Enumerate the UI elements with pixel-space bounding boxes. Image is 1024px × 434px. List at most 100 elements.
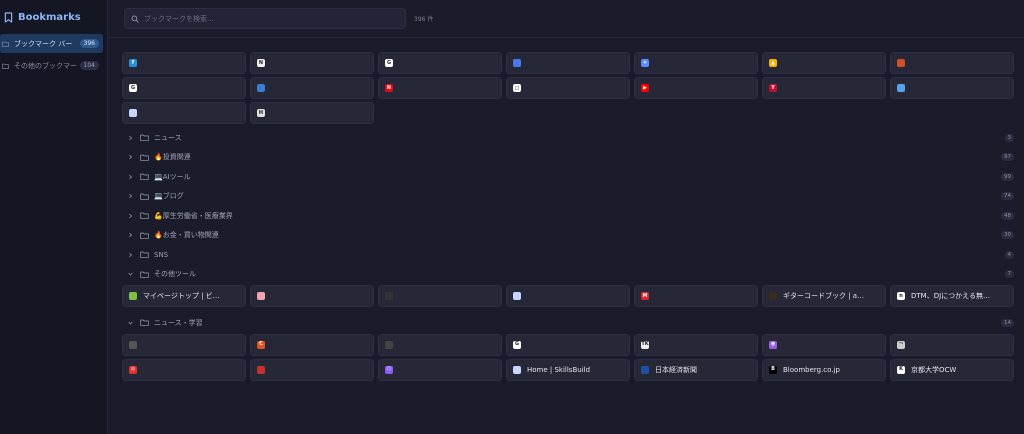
chevron-right-icon[interactable]	[128, 252, 136, 258]
folder-icon	[140, 212, 149, 220]
folder-icon-glyph	[2, 41, 9, 47]
chevron-glyph	[129, 155, 133, 160]
bookmark-tile[interactable]	[378, 333, 502, 356]
sidebar: Bookmarks ブックマーク バー 396 その他のブックマーク 104	[0, 0, 108, 434]
folder-count-badge: 7	[1004, 270, 1014, 279]
folder-row[interactable]: 🔥お金・買い物関連 30	[122, 226, 1016, 246]
main-panel: 396 件 f N G ✦ ▲ G N ◻ ▶ Y H ニュース 3 🔥投資関連 97 💻AIツール 99 💻ブ…	[108, 0, 1024, 434]
folder-list: ニュース 3 🔥投資関連 97 💻AIツール 99 💻ブログ 74 💪厚生労働省・医療業界 48 🔥…	[122, 128, 1016, 381]
chevron-right-icon[interactable]	[128, 232, 136, 238]
folder-icon-glyph	[140, 232, 149, 239]
bookmark-title: Home | SkillsBuild	[527, 365, 591, 374]
bookmark-grid: f N G ✦ ▲ G N ◻ ▶ Y H	[122, 52, 1016, 124]
folder-row[interactable]: 🔥投資関連 97	[122, 148, 1016, 168]
bookmark-tile[interactable]: G	[122, 77, 246, 99]
chevron-right-icon[interactable]	[128, 135, 136, 141]
bookmark-tile[interactable]: ギターコードブック | a…	[762, 285, 886, 307]
bookmark-title: Bloomberg.co.jp	[783, 365, 840, 374]
chevron-down-icon[interactable]	[128, 320, 136, 326]
bookmark-tile[interactable]	[122, 102, 246, 124]
folder-row[interactable]: ニュース・学習 14	[122, 313, 1016, 333]
bookmark-content: f N G ✦ ▲ G N ◻ ▶ Y H ニュース 3 🔥投資関連 97 💻AIツール 99 💻ブログ 74 💪厚…	[108, 38, 1024, 381]
bookmark-tile[interactable]	[122, 333, 246, 356]
folder-icon	[2, 41, 12, 47]
folder-row[interactable]: 💪厚生労働省・医療業界 48	[122, 206, 1016, 226]
google-icon: G	[129, 84, 137, 92]
chevron-right-icon[interactable]	[128, 154, 136, 160]
globe-icon	[513, 365, 521, 374]
globe-icon	[129, 109, 137, 117]
bookmark-tile[interactable]: G	[506, 333, 630, 356]
bookmark-tile[interactable]: N	[378, 77, 502, 99]
bloomberg-icon: B	[769, 365, 777, 374]
bookmark-tile[interactable]	[506, 52, 630, 74]
bookmark-tile[interactable]: f	[122, 52, 246, 74]
folder-icon	[140, 251, 149, 259]
bookmark-tile[interactable]: ◉	[762, 333, 886, 356]
folder-row[interactable]: その他ツール 7	[122, 265, 1016, 285]
bookmark-tile[interactable]: ⬡	[378, 358, 502, 381]
bookmark-tile[interactable]: B Bloomberg.co.jp	[762, 358, 886, 381]
folder-count-badge: 30	[1001, 231, 1014, 240]
folder-count-badge: 4	[1004, 250, 1014, 259]
folder-row[interactable]: SNS 4	[122, 245, 1016, 265]
folder-row[interactable]: 💻AIツール 99	[122, 167, 1016, 187]
bookmark-tile[interactable]	[378, 285, 502, 307]
bookmark-tile[interactable]: ✦	[634, 52, 758, 74]
bookmark-tile[interactable]: ▶	[634, 77, 758, 99]
bookmark-tile[interactable]: ▲	[762, 52, 886, 74]
search-input[interactable]	[144, 14, 384, 23]
bookmark-tile[interactable]: ¬	[890, 333, 1014, 356]
sidebar-item-bookmark-bar[interactable]: ブックマーク バー 396	[0, 34, 103, 53]
folder-name: SNS	[154, 250, 169, 259]
scan-icon: ◻	[513, 84, 521, 92]
bookmark-tile[interactable]: M	[634, 285, 758, 307]
bookmark-tile[interactable]	[890, 52, 1014, 74]
top-bar: 396 件	[108, 0, 1024, 38]
folder-icon-glyph	[2, 63, 9, 69]
folder-count-badge: 48	[1001, 211, 1014, 220]
favicon-red-circle-icon: ◎	[129, 365, 137, 374]
bookmark-title: マイページトップ | ビ…	[143, 292, 220, 300]
bookmark-tile[interactable]: 日本経済新聞	[634, 358, 758, 381]
bookmark-tile[interactable]: ◎	[122, 358, 246, 381]
favicon-grid-icon: H	[257, 109, 265, 117]
cube-icon: ⬡	[385, 365, 393, 374]
bookmark-tile[interactable]: n DTM、DJにつかえる無…	[890, 285, 1014, 307]
bookmark-tile[interactable]: G	[378, 52, 502, 74]
folder-name: その他ツール	[154, 270, 196, 279]
sidebar-item-other-bookmarks[interactable]: その他のブックマーク 104	[0, 56, 103, 75]
bookmark-tile[interactable]	[506, 285, 630, 307]
chevron-right-icon[interactable]	[128, 174, 136, 180]
gemini-icon: ✦	[641, 59, 649, 67]
app-brand: Bookmarks	[0, 0, 107, 34]
guitar-icon	[769, 292, 777, 300]
folder-icon-glyph	[140, 134, 149, 142]
folder-name: ニュース	[154, 133, 182, 142]
folder-row[interactable]: 💻ブログ 74	[122, 187, 1016, 207]
folder-name: 💪厚生労働省・医療業界	[154, 211, 233, 220]
bookmark-title: 日本経済新聞	[655, 365, 697, 374]
bookmark-tile[interactable]: Y	[762, 77, 886, 99]
chevron-right-icon[interactable]	[128, 213, 136, 219]
chevron-down-icon[interactable]	[128, 271, 136, 277]
chevron-glyph	[129, 233, 133, 238]
folder-icon	[140, 319, 149, 327]
bookmark-tile[interactable]: Home | SkillsBuild	[506, 358, 630, 381]
bookmark-tile[interactable]	[250, 358, 374, 381]
bookmark-tile[interactable]	[250, 285, 374, 307]
bookmark-tile[interactable]	[890, 77, 1014, 99]
bookmark-tile[interactable]: K 京都大学OCW	[890, 358, 1014, 381]
google-icon: G	[513, 340, 521, 349]
folder-count-badge: 99	[1001, 172, 1014, 181]
bookmark-tile[interactable]: ◻	[506, 77, 630, 99]
chevron-right-icon[interactable]	[128, 193, 136, 199]
bookmark-tile[interactable]	[250, 77, 374, 99]
bookmark-tile[interactable]: C	[250, 333, 374, 356]
bookmark-tile[interactable]: TK	[634, 333, 758, 356]
folder-row[interactable]: ニュース 3	[122, 128, 1016, 148]
bookmark-tile[interactable]: マイページトップ | ビ…	[122, 285, 246, 307]
bookmark-tile[interactable]: H	[250, 102, 374, 124]
bookmark-tile[interactable]: N	[250, 52, 374, 74]
globe-icon	[513, 292, 521, 300]
